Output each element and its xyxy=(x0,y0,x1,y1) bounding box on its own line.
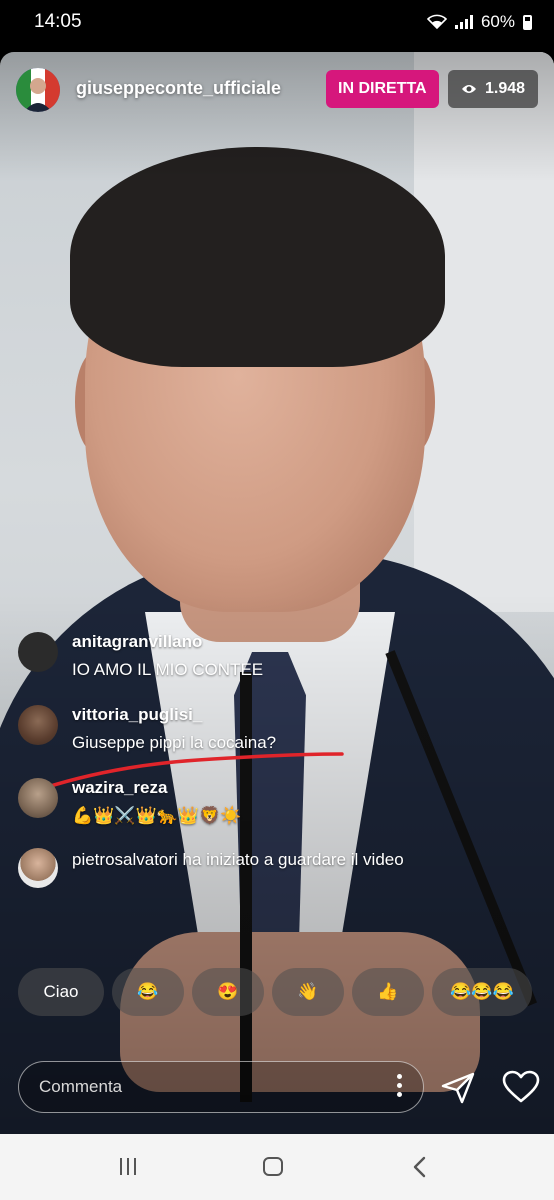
comment-username[interactable]: anitagranvillano xyxy=(72,632,202,652)
comment-username[interactable]: wazira_reza xyxy=(72,778,167,798)
comment-text: 💪👑⚔️👑🐆👑🦁☀️ xyxy=(72,806,242,825)
comment-placeholder: Commenta xyxy=(39,1077,123,1096)
back-icon[interactable] xyxy=(410,1156,430,1178)
quick-reaction-thumbs-up[interactable]: 👍 xyxy=(352,968,424,1016)
more-options-icon[interactable] xyxy=(397,1074,403,1097)
status-bar: 14:05 60% xyxy=(0,0,554,44)
quick-reactions: Ciao 😂 😍 👋 👍 😂😂😂 xyxy=(18,968,532,1016)
battery-percent: 60% xyxy=(480,12,515,31)
home-icon[interactable] xyxy=(263,1157,283,1176)
comment-input[interactable]: Commenta xyxy=(18,1061,424,1113)
comment-username[interactable]: vittoria_puglisi_ xyxy=(72,705,202,725)
join-notice: pietrosalvatori ha iniziato a guardare i… xyxy=(18,848,518,900)
broadcaster-username[interactable]: giuseppeconte_ufficiale xyxy=(76,78,281,99)
status-time: 14:05 xyxy=(34,11,82,32)
comment-item[interactable]: anitagranvillano IO AMO IL MIO CONTEE xyxy=(18,632,518,684)
avatar[interactable] xyxy=(18,632,58,672)
quick-reaction-laugh[interactable]: 😂 xyxy=(112,968,184,1016)
eye-icon xyxy=(461,85,476,93)
battery-icon xyxy=(523,14,532,30)
avatar[interactable] xyxy=(18,778,58,818)
viewer-count-badge[interactable]: 1.948 xyxy=(448,70,538,108)
comment-item[interactable]: wazira_reza 💪👑⚔️👑🐆👑🦁☀️ xyxy=(18,778,518,830)
comment-text: IO AMO IL MIO CONTEE xyxy=(72,660,264,679)
status-icons: 60% xyxy=(426,12,532,32)
recent-apps-icon[interactable] xyxy=(120,1158,136,1175)
viewer-count: 1.948 xyxy=(484,80,526,97)
heart-icon[interactable] xyxy=(502,1070,540,1104)
quick-reaction-ciao[interactable]: Ciao xyxy=(18,968,104,1016)
send-icon[interactable] xyxy=(440,1071,476,1105)
quick-reaction-wave[interactable]: 👋 xyxy=(272,968,344,1016)
avatar[interactable] xyxy=(18,705,58,745)
live-badge: IN DIRETTA xyxy=(326,70,439,108)
wifi-icon xyxy=(426,14,447,30)
quick-reaction-triple-laugh[interactable]: 😂😂😂 xyxy=(432,968,532,1016)
quick-reaction-heart-eyes[interactable]: 😍 xyxy=(192,968,264,1016)
join-notice-text: pietrosalvatori ha iniziato a guardare i… xyxy=(72,850,404,869)
avatar[interactable] xyxy=(18,848,58,888)
broadcaster-avatar[interactable] xyxy=(16,68,60,112)
signal-icon xyxy=(454,15,473,29)
